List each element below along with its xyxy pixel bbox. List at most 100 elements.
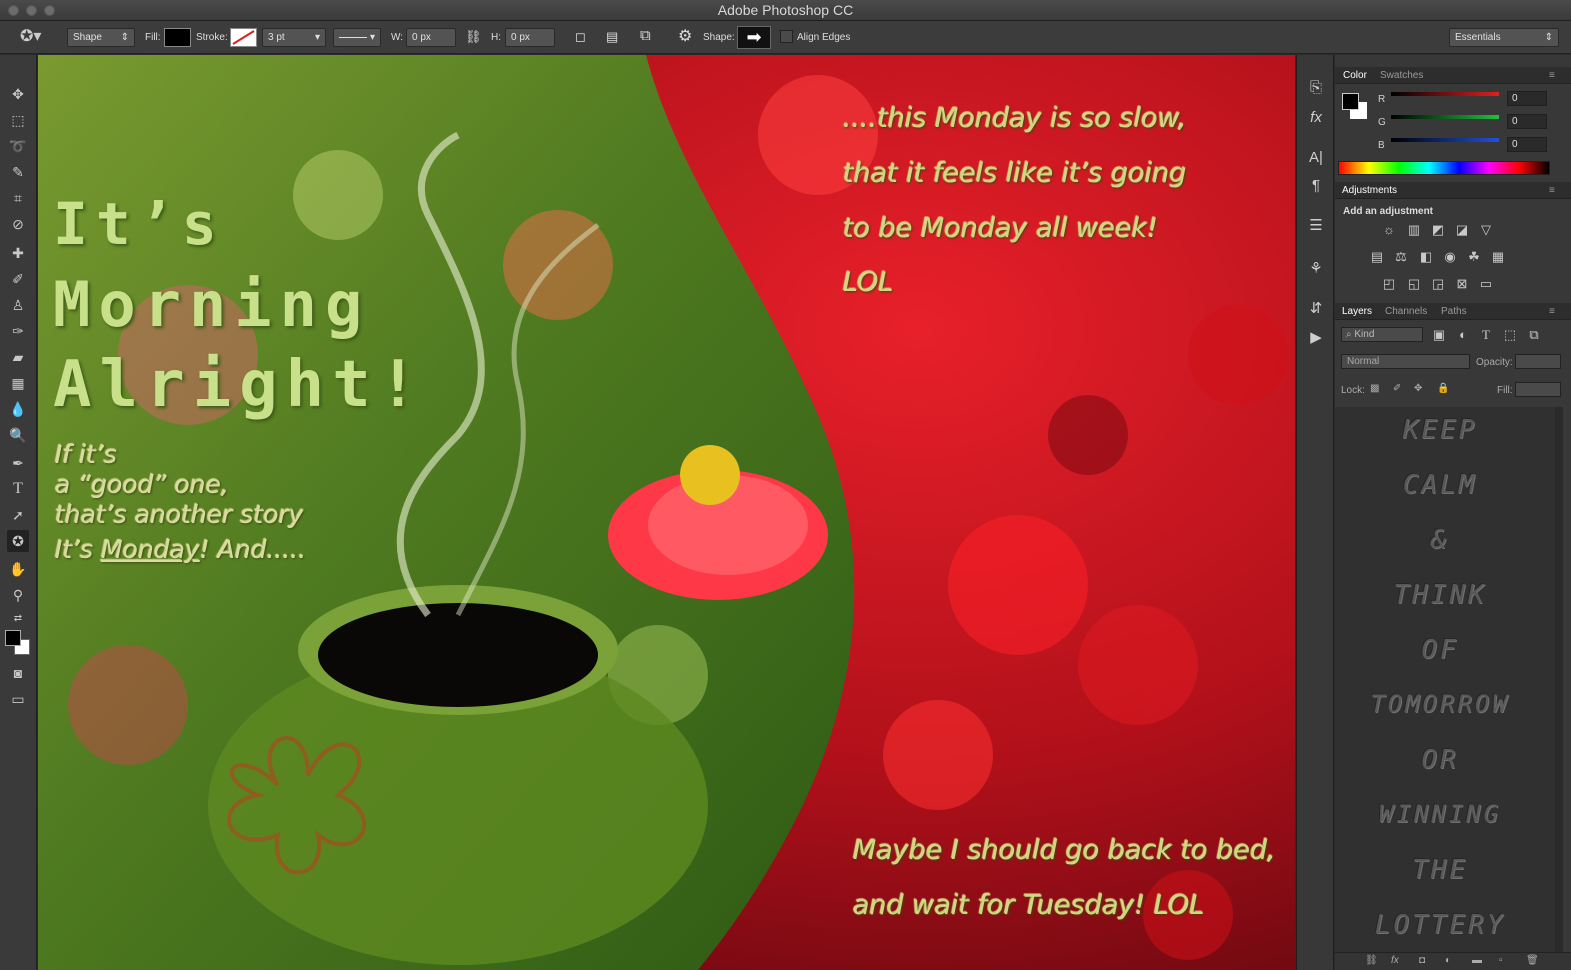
- channel-mixer-adjustment-icon[interactable]: ☘: [1466, 250, 1482, 264]
- delete-layer-icon[interactable]: 🗑: [1526, 955, 1539, 966]
- threshold-adjustment-icon[interactable]: ◲: [1430, 277, 1446, 291]
- curves-adjustment-icon[interactable]: ◩: [1430, 223, 1446, 237]
- fill-field[interactable]: [1515, 382, 1561, 397]
- path-arrangement-icon[interactable]: ⧉: [640, 27, 651, 44]
- clone-source-icon[interactable]: ⇵: [1305, 298, 1327, 320]
- blur-tool-icon[interactable]: 💧: [7, 398, 29, 420]
- move-tool-icon[interactable]: ✥: [7, 83, 29, 105]
- tab-channels[interactable]: Channels: [1385, 306, 1427, 317]
- width-field[interactable]: 0 px: [406, 28, 456, 47]
- path-alignment-icon[interactable]: ▤: [606, 29, 618, 45]
- blend-mode-select[interactable]: Normal: [1341, 354, 1470, 369]
- gradient-tool-icon[interactable]: ▦: [7, 372, 29, 394]
- fill-swatch[interactable]: [164, 28, 191, 47]
- height-field[interactable]: 0 px: [505, 28, 555, 47]
- black-white-adjustment-icon[interactable]: ◧: [1418, 250, 1434, 264]
- eyedropper-tool-icon[interactable]: ⊘: [7, 213, 29, 235]
- new-adjustment-layer-icon[interactable]: ◐: [1445, 955, 1451, 966]
- actions-play-icon[interactable]: ▶: [1305, 327, 1327, 349]
- opacity-field[interactable]: [1515, 354, 1561, 369]
- path-operations-icon[interactable]: ◻: [575, 29, 586, 45]
- panel-menu-icon[interactable]: ≡: [1549, 185, 1555, 196]
- path-selection-tool-icon[interactable]: ➚: [7, 504, 29, 526]
- quick-selection-tool-icon[interactable]: ✎: [7, 161, 29, 183]
- lock-transparent-icon[interactable]: ▩: [1370, 383, 1379, 394]
- tab-swatches[interactable]: Swatches: [1380, 70, 1423, 81]
- swap-colors-icon[interactable]: ⇄: [7, 608, 29, 630]
- marquee-tool-icon[interactable]: ⬚: [7, 109, 29, 131]
- clone-stamp-tool-icon[interactable]: ♙: [7, 294, 29, 316]
- tab-paths[interactable]: Paths: [1441, 306, 1467, 317]
- brush-presets-icon[interactable]: ⚘: [1305, 258, 1327, 280]
- tab-layers[interactable]: Layers: [1342, 306, 1372, 317]
- paragraph-panel-icon[interactable]: ¶: [1305, 175, 1327, 197]
- shape-layer-filter-icon[interactable]: ⬚: [1502, 328, 1518, 342]
- lock-all-icon[interactable]: 🔒: [1437, 383, 1449, 394]
- document-canvas[interactable]: It’s Morning Alright! If it’s a “good” o…: [38, 55, 1295, 970]
- invert-adjustment-icon[interactable]: ◰: [1381, 277, 1397, 291]
- red-slider[interactable]: [1391, 92, 1499, 96]
- add-mask-icon[interactable]: ◘: [1419, 955, 1425, 966]
- exposure-adjustment-icon[interactable]: ◪: [1454, 223, 1470, 237]
- workspace-select[interactable]: Essentials ⇕: [1449, 28, 1559, 47]
- align-edges-checkbox[interactable]: [780, 30, 793, 43]
- styles-panel-icon[interactable]: fx: [1305, 107, 1327, 129]
- stroke-type-select[interactable]: ▾: [333, 28, 381, 47]
- tool-mode-select[interactable]: Shape ⇕: [67, 28, 135, 47]
- hue-saturation-adjustment-icon[interactable]: ▤: [1369, 250, 1385, 264]
- lock-pixels-icon[interactable]: ✐: [1393, 383, 1401, 394]
- lasso-tool-icon[interactable]: ➰: [7, 135, 29, 157]
- crop-tool-icon[interactable]: ⌗: [7, 187, 29, 209]
- panel-menu-icon[interactable]: ≡: [1549, 306, 1555, 317]
- healing-brush-tool-icon[interactable]: ✚: [7, 242, 29, 264]
- lock-position-icon[interactable]: ✥: [1414, 383, 1422, 394]
- type-tool-icon[interactable]: T: [7, 478, 29, 500]
- screen-mode-icon[interactable]: ▭: [7, 688, 29, 710]
- tab-adjustments[interactable]: Adjustments: [1342, 185, 1397, 196]
- blue-slider[interactable]: [1391, 138, 1499, 142]
- link-layers-icon[interactable]: ⛓: [1365, 955, 1378, 966]
- gear-icon[interactable]: ⚙: [678, 26, 692, 46]
- custom-shape-tool-icon[interactable]: ✪▾: [20, 26, 41, 46]
- stroke-swatch[interactable]: [230, 28, 257, 47]
- character-panel-icon[interactable]: A|: [1305, 147, 1327, 169]
- quick-mask-icon[interactable]: ◙: [7, 662, 29, 684]
- zoom-tool-icon[interactable]: ⚲: [7, 584, 29, 606]
- hand-tool-icon[interactable]: ✋: [7, 558, 29, 580]
- tab-color[interactable]: Color: [1343, 70, 1367, 81]
- gradient-map-adjustment-icon[interactable]: ▭: [1478, 277, 1494, 291]
- stroke-width-field[interactable]: 3 pt ▾: [262, 28, 326, 47]
- smart-object-filter-icon[interactable]: ⧉: [1526, 328, 1542, 342]
- new-group-icon[interactable]: ▬: [1472, 955, 1482, 966]
- new-layer-icon[interactable]: ▫: [1499, 955, 1503, 966]
- dodge-tool-icon[interactable]: 🔍: [7, 424, 29, 446]
- color-balance-adjustment-icon[interactable]: ⚖: [1393, 250, 1409, 264]
- green-slider[interactable]: [1391, 115, 1499, 119]
- brightness-adjustment-icon[interactable]: ☼: [1381, 223, 1397, 237]
- pen-tool-icon[interactable]: ✒: [7, 452, 29, 474]
- brush-tool-icon[interactable]: ✐: [7, 268, 29, 290]
- layer-filter-kind[interactable]: ⌕ Kind: [1341, 327, 1423, 342]
- history-brush-tool-icon[interactable]: ✑: [7, 320, 29, 342]
- foreground-color-swatch[interactable]: [1342, 93, 1359, 110]
- color-spectrum-bar[interactable]: [1338, 161, 1550, 175]
- blue-value-field[interactable]: 0: [1507, 137, 1547, 152]
- type-layer-filter-icon[interactable]: T: [1478, 328, 1494, 342]
- eraser-tool-icon[interactable]: ▰: [7, 346, 29, 368]
- green-value-field[interactable]: 0: [1507, 114, 1547, 129]
- photo-filter-adjustment-icon[interactable]: ◉: [1442, 250, 1458, 264]
- pixel-layer-filter-icon[interactable]: ▣: [1431, 328, 1447, 342]
- properties-panel-icon[interactable]: ☰: [1305, 215, 1327, 237]
- layers-scrollbar[interactable]: [1555, 407, 1563, 952]
- levels-adjustment-icon[interactable]: ▥: [1406, 223, 1422, 237]
- red-value-field[interactable]: 0: [1507, 91, 1547, 106]
- layers-list[interactable]: KEEP CALM & THINK OF TOMORROW OR WINNING…: [1335, 407, 1555, 952]
- custom-shape-tool-icon[interactable]: ✪: [7, 530, 29, 552]
- panel-menu-icon[interactable]: ≡: [1549, 70, 1555, 81]
- color-lookup-adjustment-icon[interactable]: ▦: [1490, 250, 1506, 264]
- posterize-adjustment-icon[interactable]: ◱: [1406, 277, 1422, 291]
- link-icon[interactable]: ⛓: [465, 29, 482, 45]
- layer-style-icon[interactable]: fx: [1391, 955, 1399, 966]
- history-panel-icon[interactable]: ⎘: [1305, 77, 1327, 99]
- vibrance-adjustment-icon[interactable]: ▽: [1478, 223, 1494, 237]
